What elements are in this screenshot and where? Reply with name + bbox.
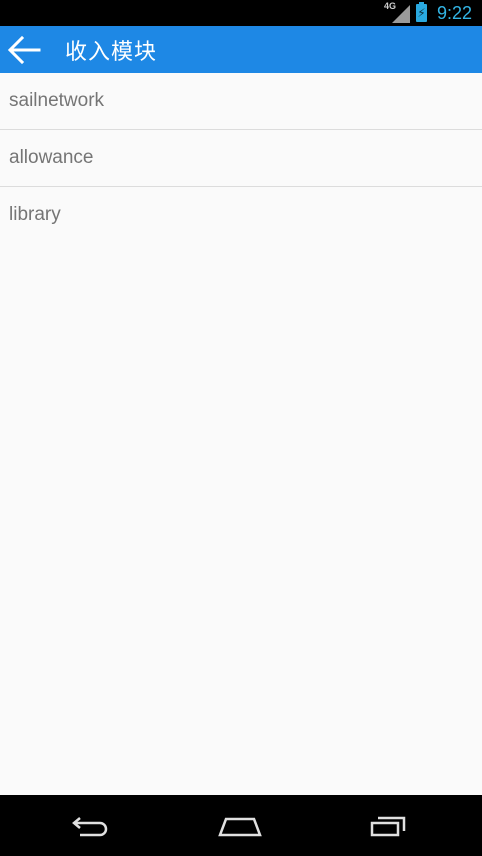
- status-bar: 4G ⚡ 9:22: [0, 0, 482, 26]
- recent-apps-icon: [370, 816, 406, 836]
- list-item-label: library: [9, 204, 61, 225]
- back-arrow-icon: [7, 35, 41, 64]
- list-item-label: allowance: [9, 147, 94, 168]
- home-icon: [218, 817, 262, 836]
- nav-home-button[interactable]: [200, 795, 280, 856]
- signal-icon: 4G: [384, 2, 410, 24]
- page-title: 收入模块: [65, 38, 158, 64]
- list-item-sailnetwork[interactable]: sailnetwork: [0, 73, 482, 130]
- system-nav-bar: [0, 795, 482, 856]
- back-icon: [72, 816, 108, 836]
- status-time: 9:22: [436, 3, 472, 23]
- status-icons: 4G ⚡ 9:22: [384, 0, 472, 26]
- app-bar: 收入模块: [0, 26, 482, 73]
- back-button[interactable]: [0, 26, 48, 73]
- list-item-library[interactable]: library: [0, 187, 482, 243]
- nav-recent-apps-button[interactable]: [348, 795, 428, 856]
- list-item-label: sailnetwork: [9, 90, 105, 111]
- battery-charging-icon: ⚡: [415, 2, 427, 22]
- nav-back-button[interactable]: [52, 795, 132, 856]
- screen: 4G ⚡ 9:22 收入模块 sailnetwork allowance lib…: [0, 0, 482, 856]
- list-item-allowance[interactable]: allowance: [0, 130, 482, 187]
- module-list: sailnetwork allowance library: [0, 73, 482, 243]
